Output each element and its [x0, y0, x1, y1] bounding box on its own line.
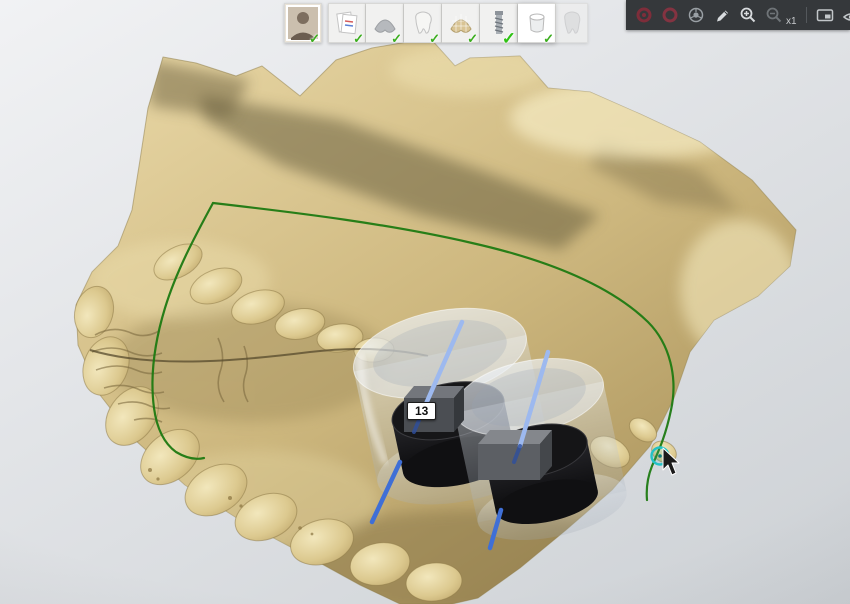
workflow-step-tooth-setup[interactable]: ✓	[404, 3, 442, 46]
check-icon: ✓	[309, 31, 320, 46]
zoom-in-icon[interactable]	[739, 6, 757, 24]
check-icon: ✓	[467, 31, 478, 46]
zoom-level-label: x1	[786, 16, 797, 27]
workflow-step-implant-screw[interactable]: ✓	[480, 3, 518, 47]
check-icon: ✓	[429, 31, 440, 46]
aperture-icon[interactable]	[687, 6, 705, 24]
workflow-bar: ✓ ✓ ✓ ✓ ✓ ✓ ✓	[284, 3, 588, 47]
pen-icon[interactable]	[713, 6, 731, 24]
workflow-step-group: ✓ ✓ ✓ ✓ ✓ ✓	[328, 3, 588, 47]
workflow-step-order-form[interactable]: ✓	[328, 3, 366, 46]
record-ring-icon[interactable]	[635, 6, 653, 24]
workflow-step-patient-photo[interactable]: ✓	[284, 3, 322, 46]
check-icon: ✓	[543, 31, 554, 46]
workflow-step-scan-data[interactable]: ✓	[366, 3, 404, 46]
toolbar-divider	[805, 7, 807, 23]
dental-model-viewport[interactable]	[0, 0, 850, 604]
record-ring-2-icon[interactable]	[661, 6, 679, 24]
workflow-step-abutment-design[interactable]: ✓	[518, 3, 556, 46]
workflow-step-model-mesh[interactable]: ✓	[442, 3, 480, 46]
implant-tooth-label[interactable]: 13	[407, 402, 437, 420]
zoom-out-icon[interactable]	[765, 6, 783, 24]
visibility-toggle-icon[interactable]	[842, 6, 850, 24]
view-toolbar: x1	[626, 0, 850, 30]
check-icon: ✓	[391, 31, 402, 46]
pip-icon[interactable]	[816, 6, 834, 24]
check-icon: ✓	[353, 31, 364, 46]
check-icon: ✓	[501, 29, 516, 48]
app-window: 13 ✓ ✓ ✓ ✓ ✓ ✓ ✓ x1	[0, 0, 850, 604]
next-step-tooth-icon	[563, 11, 580, 34]
workflow-step-next[interactable]	[556, 3, 588, 43]
